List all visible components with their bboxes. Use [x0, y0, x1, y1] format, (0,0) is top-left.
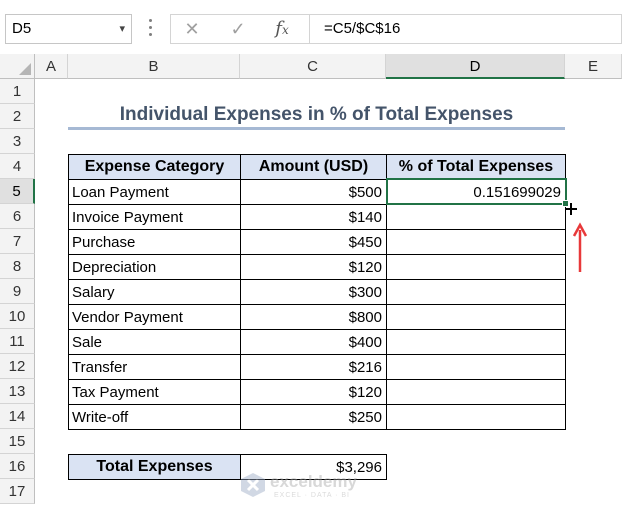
- more-options-icon[interactable]: [146, 16, 154, 42]
- category-cell[interactable]: Loan Payment: [68, 179, 241, 205]
- category-cell[interactable]: Depreciation: [68, 254, 241, 280]
- amount-cell[interactable]: $450: [240, 229, 387, 255]
- category-cell[interactable]: Transfer: [68, 354, 241, 380]
- percent-cell[interactable]: [386, 254, 566, 280]
- percent-cell[interactable]: 0.151699029: [386, 179, 566, 205]
- percent-cell[interactable]: [386, 354, 566, 380]
- table-row: Purchase $450: [68, 229, 566, 255]
- percent-cell[interactable]: [386, 329, 566, 355]
- table-row: Invoice Payment $140: [68, 204, 566, 230]
- formula-buttons: ✕ ✓ fx: [170, 14, 310, 44]
- column-header-a[interactable]: A: [35, 54, 68, 79]
- arrow-up-icon: [572, 222, 588, 272]
- amount-cell[interactable]: $216: [240, 354, 387, 380]
- amount-cell[interactable]: $250: [240, 404, 387, 430]
- row-header-11[interactable]: 11: [0, 329, 35, 354]
- row-header-16[interactable]: 16: [0, 454, 35, 479]
- row-header-15[interactable]: 15: [0, 429, 35, 454]
- table-row: Loan Payment $500 0.151699029: [68, 179, 566, 205]
- select-all-corner[interactable]: [0, 54, 35, 79]
- name-box-value: D5: [12, 20, 32, 37]
- table-row: Write-off $250: [68, 404, 566, 430]
- formula-input[interactable]: =C5/$C$16: [310, 14, 622, 44]
- amount-cell[interactable]: $140: [240, 204, 387, 230]
- header-expense-category[interactable]: Expense Category: [68, 154, 241, 180]
- amount-cell[interactable]: $500: [240, 179, 387, 205]
- table-header-row: Expense Category Amount (USD) % of Total…: [68, 154, 566, 180]
- row-header-14[interactable]: 14: [0, 404, 35, 429]
- title-underline: [68, 127, 565, 130]
- sheet-title[interactable]: Individual Expenses in % of Total Expens…: [68, 104, 565, 128]
- name-box[interactable]: D5 ▾: [5, 14, 132, 44]
- total-label-cell[interactable]: Total Expenses: [68, 454, 241, 480]
- header-amount[interactable]: Amount (USD): [240, 154, 387, 180]
- column-header-c[interactable]: C: [240, 54, 386, 79]
- table-row: Depreciation $120: [68, 254, 566, 280]
- header-percent-total[interactable]: % of Total Expenses: [386, 154, 566, 180]
- table-row: Sale $400: [68, 329, 566, 355]
- percent-cell[interactable]: [386, 404, 566, 430]
- chevron-down-icon[interactable]: ▾: [119, 15, 125, 43]
- expense-table: Expense Category Amount (USD) % of Total…: [68, 154, 566, 430]
- row-header-12[interactable]: 12: [0, 354, 35, 379]
- amount-cell[interactable]: $300: [240, 279, 387, 305]
- category-cell[interactable]: Salary: [68, 279, 241, 305]
- row-header-1[interactable]: 1: [0, 79, 35, 104]
- percent-cell[interactable]: [386, 379, 566, 405]
- row-header-3[interactable]: 3: [0, 129, 35, 154]
- row-header-8[interactable]: 8: [0, 254, 35, 279]
- column-header-e[interactable]: E: [565, 54, 622, 79]
- exceldemy-logo-icon: [241, 473, 265, 497]
- row-header-4[interactable]: 4: [0, 154, 35, 179]
- category-cell[interactable]: Purchase: [68, 229, 241, 255]
- amount-cell[interactable]: $800: [240, 304, 387, 330]
- row-header-2[interactable]: 2: [0, 104, 35, 129]
- category-cell[interactable]: Vendor Payment: [68, 304, 241, 330]
- table-row: Salary $300: [68, 279, 566, 305]
- column-header-b[interactable]: B: [68, 54, 240, 79]
- percent-cell[interactable]: [386, 304, 566, 330]
- amount-cell[interactable]: $120: [240, 379, 387, 405]
- row-header-10[interactable]: 10: [0, 304, 35, 329]
- table-row: Tax Payment $120: [68, 379, 566, 405]
- category-cell[interactable]: Sale: [68, 329, 241, 355]
- watermark-tagline: EXCEL · DATA · BI: [274, 492, 350, 499]
- row-header-6[interactable]: 6: [0, 204, 35, 229]
- row-header-9[interactable]: 9: [0, 279, 35, 304]
- amount-cell[interactable]: $120: [240, 254, 387, 280]
- amount-cell[interactable]: $400: [240, 329, 387, 355]
- category-cell[interactable]: Invoice Payment: [68, 204, 241, 230]
- row-header-5[interactable]: 5: [0, 179, 35, 204]
- table-row: Transfer $216: [68, 354, 566, 380]
- exceldemy-watermark: exceldemy EXCEL · DATA · BI: [240, 470, 390, 506]
- fx-icon[interactable]: fx: [267, 15, 297, 43]
- category-cell[interactable]: Tax Payment: [68, 379, 241, 405]
- column-header-d[interactable]: D: [386, 54, 565, 79]
- cancel-icon[interactable]: ✕: [177, 15, 207, 43]
- enter-check-icon[interactable]: ✓: [223, 15, 253, 43]
- percent-cell[interactable]: [386, 279, 566, 305]
- crosshair-cursor-icon: [565, 203, 577, 215]
- percent-cell[interactable]: [386, 204, 566, 230]
- formula-bar: D5 ▾ ✕ ✓ fx =C5/$C$16: [0, 0, 622, 54]
- watermark-name: exceldemy: [270, 472, 357, 491]
- table-row: Vendor Payment $800: [68, 304, 566, 330]
- row-header-7[interactable]: 7: [0, 229, 35, 254]
- row-header-17[interactable]: 17: [0, 479, 35, 504]
- row-header-13[interactable]: 13: [0, 379, 35, 404]
- category-cell[interactable]: Write-off: [68, 404, 241, 430]
- percent-cell[interactable]: [386, 229, 566, 255]
